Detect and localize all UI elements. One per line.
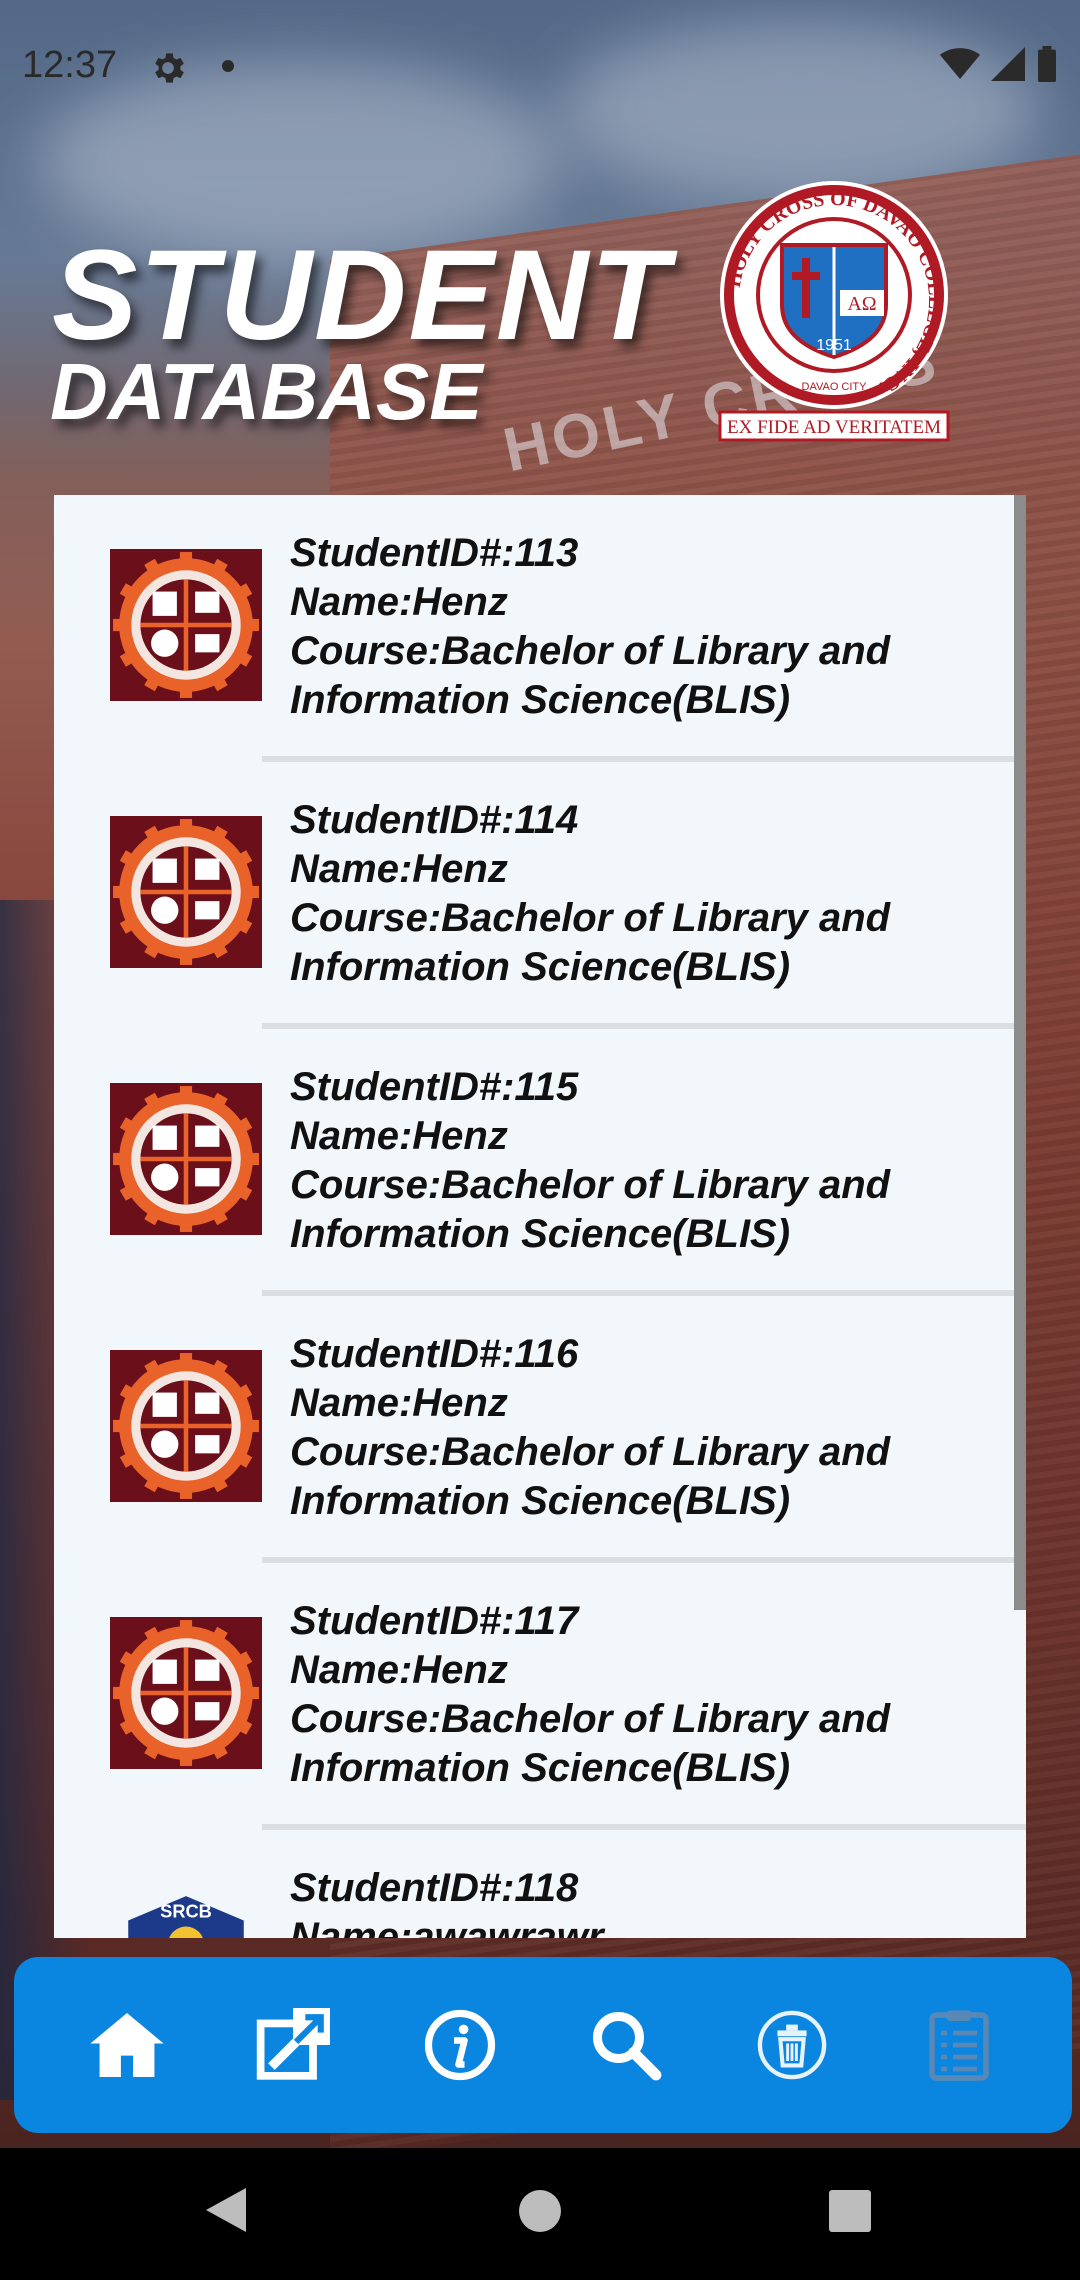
college-seal: HOLY CROSS OF DAVAO COLLEGE, INC. AΩ 195… [718,181,950,442]
battery-icon [1038,46,1056,82]
student-org-logo [110,1083,262,1235]
student-org-logo [110,1617,262,1769]
student-org-logo [110,549,262,701]
student-course-cont: Information Science(BLIS) [290,678,791,722]
student-details: StudentID#:115 Name:Henz Course:Bachelor… [290,1063,990,1259]
notification-dot [222,60,234,72]
student-name: Name:Henz [290,580,508,624]
student-list-item[interactable]: StudentID#:114 Name:Henz Course:Bachelor… [54,762,1026,1029]
signal-icon [991,47,1025,81]
student-course: Course:Bachelor of Library and [290,896,891,940]
svg-text:EX FIDE AD VERITATEM: EX FIDE AD VERITATEM [727,417,941,438]
student-list-item[interactable]: StudentID#:115 Name:Henz Course:Bachelor… [54,1029,1026,1296]
student-details: StudentID#:117 Name:Henz Course:Bachelor… [290,1597,990,1793]
home-icon [90,2013,164,2077]
student-name: Name:Henz [290,1648,508,1692]
student-details: StudentID#:116 Name:Henz Course:Bachelor… [290,1330,990,1526]
student-id: StudentID#:113 [290,531,579,575]
student-details: StudentID#:118 Name:awawrawr [290,1864,990,1938]
search-icon [593,2012,662,2081]
student-list-item[interactable]: StudentID#:116 Name:Henz Course:Bachelor… [54,1296,1026,1563]
student-list-item[interactable]: StudentID#:117 Name:Henz Course:Bachelor… [54,1563,1026,1830]
list-button[interactable] [909,1995,1009,2095]
home-button[interactable] [77,1995,177,2095]
bottom-navigation [14,1957,1072,2133]
student-course: Course:Bachelor of Library and [290,1163,891,1207]
info-icon [424,2009,495,2081]
svg-text:AΩ: AΩ [847,293,876,315]
page-subtitle: DATABASE [50,347,483,436]
student-id: StudentID#:116 [290,1332,579,1376]
student-list[interactable]: StudentID#:113 Name:Henz Course:Bachelor… [54,495,1026,1938]
edit-button[interactable] [243,1995,343,2095]
student-course-cont: Information Science(BLIS) [290,1746,791,1790]
student-course-cont: Information Science(BLIS) [290,1212,791,1256]
svg-text:DAVAO CITY: DAVAO CITY [802,381,868,393]
student-id: StudentID#:117 [290,1599,579,1643]
svg-text:SRCB: SRCB [160,1900,212,1921]
wifi-icon [940,48,980,79]
student-list-item[interactable]: SRCB StudentID#:118 Name:awawrawr [54,1830,1026,1938]
recents-square-icon[interactable] [829,2190,871,2232]
student-course-cont: Information Science(BLIS) [290,945,791,989]
student-org-logo [110,816,262,968]
student-course: Course:Bachelor of Library and [290,629,891,673]
student-list-item[interactable]: StudentID#:113 Name:Henz Course:Bachelor… [54,495,1026,762]
svg-text:1951: 1951 [816,337,852,354]
student-name: Name:Henz [290,1114,508,1158]
delete-button[interactable] [742,1995,842,2095]
system-navigation-bar [0,2148,1080,2280]
student-id: StudentID#:118 [290,1866,579,1910]
student-org-logo: SRCB [110,1884,262,1938]
student-course: Course:Bachelor of Library and [290,1697,891,1741]
student-name: Name:Henz [290,1381,508,1425]
student-details: StudentID#:114 Name:Henz Course:Bachelor… [290,796,990,992]
student-course-cont: Information Science(BLIS) [290,1479,791,1523]
list-scrollbar[interactable] [1014,495,1026,1610]
info-button[interactable] [410,1995,510,2095]
home-circle-icon[interactable] [519,2190,561,2232]
delete-icon [758,2010,827,2080]
student-id: StudentID#:114 [290,798,579,842]
status-bar: 12:37 [0,0,1080,135]
student-org-logo [110,1350,262,1502]
student-name: Name:awawrawr [290,1915,604,1938]
student-id: StudentID#:115 [290,1065,579,1109]
back-icon[interactable] [206,2188,246,2232]
status-time: 12:37 [22,44,118,86]
student-course: Course:Bachelor of Library and [290,1430,891,1474]
edit-icon [257,2008,331,2080]
settings-icon [155,53,184,83]
student-details: StudentID#:113 Name:Henz Course:Bachelor… [290,529,990,725]
search-button[interactable] [576,1995,676,2095]
student-name: Name:Henz [290,847,508,891]
list-icon [929,2010,989,2081]
